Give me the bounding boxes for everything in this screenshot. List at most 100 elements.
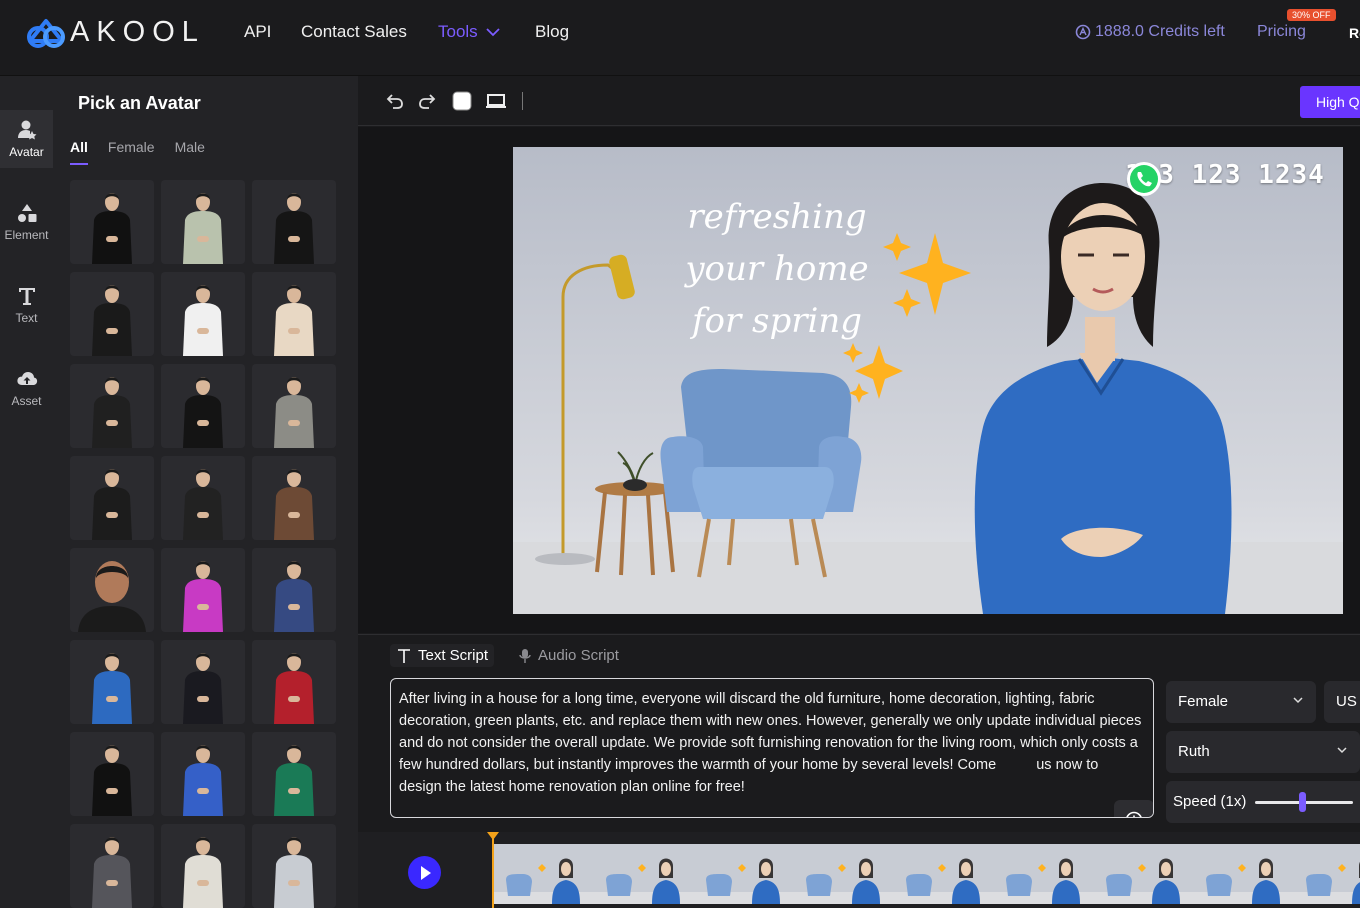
avatar-thumbnail[interactable] [161, 364, 245, 448]
gender-value: Female [1178, 693, 1229, 710]
avatar-thumbnail[interactable] [70, 364, 154, 448]
avatar-thumbnail[interactable] [161, 824, 245, 908]
avatar-figure [70, 180, 154, 264]
whatsapp-contact[interactable]: 123 123 1234 [1125, 160, 1325, 196]
avatar-figure [252, 456, 336, 540]
avatar-thumbnail[interactable] [161, 640, 245, 724]
avatar-thumbnail[interactable] [70, 824, 154, 908]
avatar-thumbnail[interactable] [252, 732, 336, 816]
video-canvas[interactable]: refreshing your home for spring 123 123 … [513, 147, 1343, 614]
microphone-icon [519, 648, 531, 663]
filter-tab-male[interactable]: Male [175, 139, 205, 165]
script-textarea[interactable]: After living in a house for a long time,… [390, 678, 1154, 818]
avatar-thumbnail[interactable] [70, 640, 154, 724]
nav-tools-label: Tools [438, 22, 478, 41]
avatar-thumbnail[interactable] [161, 732, 245, 816]
avatar-figure [70, 364, 154, 448]
avatar-thumbnail[interactable] [252, 364, 336, 448]
avatar-figure [252, 272, 336, 356]
left-tool-rail: Avatar Element Text Asset [0, 76, 56, 908]
rail-label-element: Element [4, 228, 49, 242]
timeline-frame [1292, 844, 1360, 904]
nav-link-api[interactable]: API [244, 22, 271, 42]
chevron-down-icon [486, 28, 500, 37]
avatar-thumbnail[interactable] [70, 180, 154, 264]
filter-tab-all[interactable]: All [70, 139, 88, 165]
tab-audio-script[interactable]: Audio Script [512, 644, 625, 667]
avatar-thumbnail[interactable] [161, 180, 245, 264]
nav-link-tools[interactable]: Tools [438, 22, 500, 42]
redo-icon[interactable] [416, 90, 438, 112]
canvas-scene [513, 147, 1343, 614]
nav-link-cut-off[interactable]: Re [1349, 25, 1360, 41]
insert-pause-button[interactable] [1114, 800, 1153, 817]
nav-link-blog[interactable]: Blog [535, 22, 569, 42]
avatar-thumbnail[interactable] [70, 732, 154, 816]
rail-item-avatar[interactable]: Avatar [0, 110, 53, 168]
language-select[interactable]: US [1324, 681, 1360, 723]
undo-icon[interactable] [384, 90, 406, 112]
panel-title: Pick an Avatar [78, 93, 201, 113]
avatar-thumbnail[interactable] [70, 456, 154, 540]
avatar-thumbnail[interactable] [70, 548, 154, 632]
frame-thumbnail [792, 844, 892, 904]
avatar-figure [252, 364, 336, 448]
avatar-figure [161, 548, 245, 632]
timeline-frame [592, 844, 692, 904]
background-color-icon[interactable] [451, 90, 473, 112]
avatar-figure [70, 272, 154, 356]
avatar-thumbnail[interactable] [252, 180, 336, 264]
canvas-headline[interactable]: refreshing your home for spring [677, 191, 877, 347]
avatar-panel: Pick an Avatar All Female Male [56, 76, 372, 908]
headline-line: your home [685, 249, 869, 289]
discount-badge: 30% OFF [1287, 9, 1336, 21]
brand-name: AKOOL [70, 16, 205, 48]
rail-item-text[interactable]: Text [0, 276, 53, 334]
timeline-frames[interactable] [492, 844, 1360, 904]
filter-tab-female[interactable]: Female [108, 139, 155, 165]
timeline-frame [892, 844, 992, 904]
chevron-down-icon [1293, 697, 1303, 704]
credits-indicator[interactable]: 1888.0 Credits left [1075, 23, 1225, 41]
timeline-frame [992, 844, 1092, 904]
voice-select[interactable]: Ruth [1166, 731, 1360, 773]
avatar-thumbnail[interactable] [161, 456, 245, 540]
avatar-figure [161, 180, 245, 264]
avatar-thumbnail[interactable] [252, 824, 336, 908]
chevron-down-icon [1337, 747, 1347, 754]
play-button[interactable] [408, 856, 441, 889]
rail-item-asset[interactable]: Asset [0, 359, 53, 417]
play-icon [420, 865, 431, 880]
gender-select[interactable]: Female [1166, 681, 1316, 723]
playhead-handle[interactable] [487, 832, 499, 840]
speed-label: Speed (1x) [1173, 793, 1247, 810]
avatar-thumbnail[interactable] [252, 640, 336, 724]
timeline [358, 832, 1360, 908]
high-quality-button[interactable]: High Q [1300, 86, 1360, 118]
akool-logo[interactable]: AKOOL [24, 16, 205, 49]
rail-label-avatar: Avatar [9, 145, 44, 159]
speed-slider-thumb[interactable] [1298, 792, 1306, 812]
aspect-ratio-icon[interactable] [485, 90, 507, 112]
frame-thumbnail [892, 844, 992, 904]
avatar-thumbnail[interactable] [252, 548, 336, 632]
avatar-thumbnail[interactable] [161, 548, 245, 632]
avatar-figure [161, 456, 245, 540]
text-icon [18, 288, 35, 305]
avatar-filter-tabs: All Female Male [70, 139, 205, 165]
tab-text-script[interactable]: Text Script [390, 644, 495, 667]
avatar-thumbnail[interactable] [70, 272, 154, 356]
avatar-thumbnail[interactable] [252, 272, 336, 356]
avatar-figure [70, 732, 154, 816]
avatar-thumbnail[interactable] [252, 456, 336, 540]
avatar-figure [161, 272, 245, 356]
credits-icon [1075, 24, 1091, 40]
frame-thumbnail [592, 844, 692, 904]
frame-thumbnail [692, 844, 792, 904]
avatar-figure [70, 640, 154, 724]
rail-item-element[interactable]: Element [0, 193, 53, 251]
nav-link-contact-sales[interactable]: Contact Sales [301, 22, 407, 42]
nav-link-pricing[interactable]: Pricing [1257, 23, 1306, 41]
playhead[interactable] [492, 832, 494, 908]
avatar-thumbnail[interactable] [161, 272, 245, 356]
